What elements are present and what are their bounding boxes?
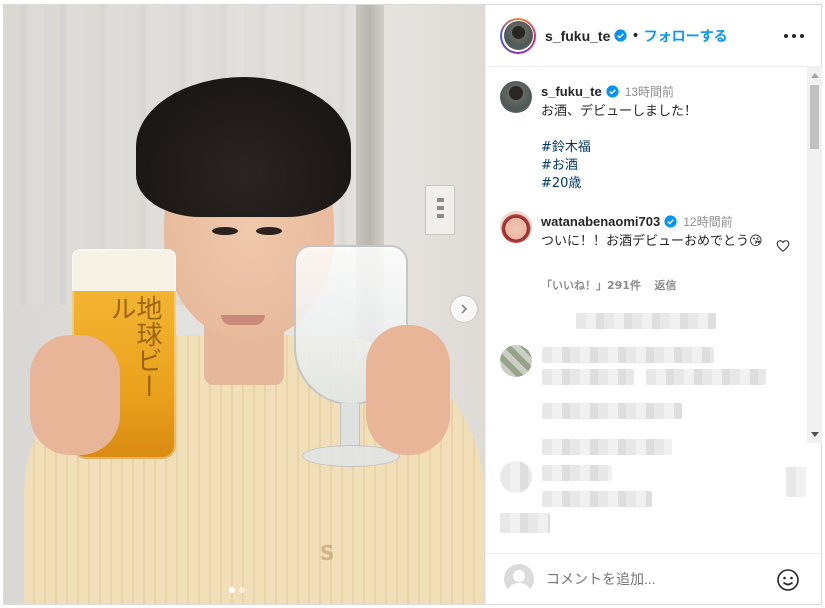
verified-badge-icon: [664, 215, 677, 228]
blurred-comment: [542, 491, 652, 507]
more-options-icon[interactable]: [784, 27, 804, 45]
scroll-up-icon[interactable]: [811, 73, 819, 78]
avatar: [503, 21, 533, 50]
verified-badge-icon: [614, 29, 627, 42]
post-photo[interactable]: 地球ビール S: [4, 5, 485, 604]
caption-username[interactable]: s_fuku_te: [541, 84, 602, 99]
photo-shirt-emblem: S: [320, 541, 335, 565]
comment-timestamp[interactable]: 12時間前: [683, 215, 732, 229]
emoji-icon[interactable]: [776, 568, 800, 592]
header-username[interactable]: s_fuku_te: [545, 28, 610, 44]
hashtag-link[interactable]: #鈴木福: [541, 139, 801, 157]
carousel-dot: [239, 587, 245, 593]
hashtag-link[interactable]: #20歳: [541, 175, 801, 193]
photo-wall-outlet: [425, 185, 455, 235]
caption-text: お酒、デビューしました！: [541, 104, 698, 119]
caption-timestamp[interactable]: 13時間前: [625, 85, 674, 99]
comment-composer: [486, 553, 822, 604]
comment-text: ついに！！お酒デビューおめでとう😘: [541, 234, 763, 249]
scrollbar-thumb[interactable]: [810, 85, 819, 149]
blurred-comment: [576, 313, 716, 329]
comments-scrollbar[interactable]: [807, 67, 822, 443]
blurred-comment: [500, 513, 550, 533]
caption-avatar[interactable]: [500, 81, 532, 113]
photo-hand-left: [30, 335, 120, 455]
caption-body: s_fuku_te 13時間前 お酒、デビューしました！ #鈴木福 #お酒 #20…: [541, 83, 801, 193]
photo-mouth: [221, 315, 265, 325]
blurred-comment: [542, 369, 634, 385]
current-user-avatar: [504, 564, 534, 594]
comment-avatar[interactable]: [500, 211, 532, 243]
photo-hand-right: [366, 325, 450, 455]
scroll-down-icon[interactable]: [811, 432, 819, 437]
photo-eye-left: [212, 227, 238, 235]
carousel-dot: [229, 587, 235, 593]
blurred-comment: [646, 369, 766, 385]
blurred-comment: [542, 439, 672, 455]
blurred-avatar: [500, 345, 532, 377]
comment-meta: 「いいね！」291件 返信: [541, 277, 676, 293]
hashtag-link[interactable]: #お酒: [541, 157, 801, 175]
comment-input[interactable]: [546, 571, 756, 587]
carousel-indicator: [229, 587, 245, 593]
hashtag-list: #鈴木福 #お酒 #20歳: [541, 139, 801, 193]
reply-button[interactable]: 返信: [654, 279, 676, 292]
photo-hair: [136, 77, 351, 217]
blurred-avatar: [500, 461, 532, 493]
header-separator: •: [631, 27, 640, 44]
story-ring[interactable]: [500, 17, 536, 54]
photo-eye-right: [256, 227, 282, 235]
post-header: s_fuku_te • フォローする: [486, 5, 822, 67]
photo-glass-stem: [340, 403, 360, 451]
blurred-comment: [542, 465, 612, 481]
instagram-post-modal: 地球ビール S s_fuku_te • フォローする s_fuku_te 13時…: [3, 4, 822, 605]
chevron-right-icon: [461, 304, 468, 314]
follow-button[interactable]: フォローする: [644, 26, 728, 46]
comment-body: watanabenaomi703 12時間前 ついに！！お酒デビューおめでとう😘: [541, 213, 771, 251]
blurred-comment: [786, 467, 806, 497]
heart-icon[interactable]: [776, 239, 790, 253]
comments-section[interactable]: s_fuku_te 13時間前 お酒、デビューしました！ #鈴木福 #お酒 #20…: [486, 67, 822, 553]
comment-likes[interactable]: 「いいね！」291件: [541, 279, 641, 292]
blurred-comment: [542, 347, 714, 363]
post-sidebar: s_fuku_te • フォローする s_fuku_te 13時間前 お酒、デビュ…: [485, 5, 822, 604]
comment-username[interactable]: watanabenaomi703: [541, 214, 660, 229]
blurred-comment: [542, 403, 682, 419]
verified-badge-icon: [606, 85, 619, 98]
next-photo-button[interactable]: [451, 296, 477, 322]
